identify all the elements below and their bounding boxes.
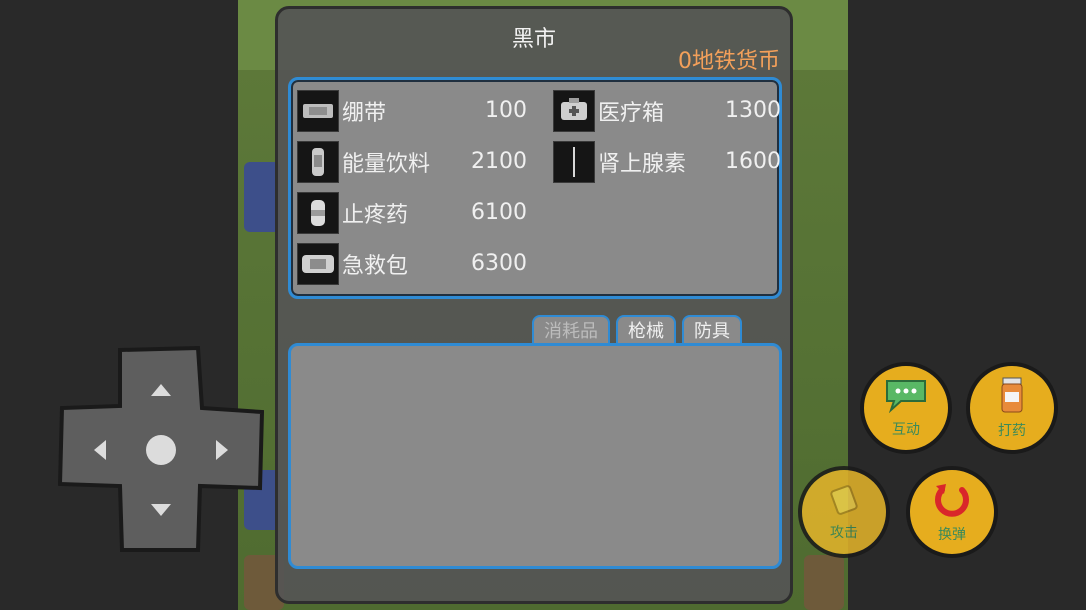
item-price: 6100 — [471, 200, 527, 225]
black-market-window: 黑市 0地铁货币 绷带 100 医疗箱 1300 能量饮料 2100 肾上腺素 … — [275, 6, 793, 604]
item-name: 止疼药 — [342, 203, 409, 228]
interact-button[interactable]: 互动 — [860, 362, 952, 454]
heal-button[interactable]: 打药 — [966, 362, 1058, 454]
dpad-center[interactable] — [146, 435, 176, 465]
attack-label: 攻击 — [830, 525, 858, 541]
item-name: 绷带 — [342, 101, 387, 126]
pill-bottle-icon — [999, 376, 1025, 418]
items-panel: 绷带 100 医疗箱 1300 能量饮料 2100 肾上腺素 1600 止疼药 … — [288, 77, 782, 299]
attack-button[interactable]: 攻击 — [798, 466, 890, 558]
shop-item-adrenaline[interactable]: 肾上腺素 — [553, 141, 686, 183]
first-aid-kit-icon — [297, 243, 339, 285]
category-tabs: 消耗品 枪械 防具 — [532, 315, 742, 343]
tab-armor[interactable]: 防具 — [682, 315, 742, 343]
item-name: 医疗箱 — [598, 101, 665, 126]
heal-label: 打药 — [998, 423, 1026, 439]
shop-item-bandage[interactable]: 绷带 — [297, 90, 386, 132]
scene-stump-right — [804, 555, 844, 610]
item-price: 1300 — [725, 98, 781, 123]
bandage-icon — [297, 90, 339, 132]
item-name: 急救包 — [342, 254, 409, 279]
medkit-icon — [553, 90, 595, 132]
item-price: 2100 — [471, 149, 527, 174]
tab-firearms[interactable]: 枪械 — [616, 315, 676, 343]
shop-item-first-aid-kit[interactable]: 急救包 — [297, 243, 408, 285]
item-detail-panel — [288, 343, 782, 569]
item-price: 6300 — [471, 251, 527, 276]
item-name: 肾上腺素 — [598, 152, 687, 177]
shop-item-painkiller[interactable]: 止疼药 — [297, 192, 408, 234]
interact-label: 互动 — [892, 422, 920, 438]
currency-balance: 0地铁货币 — [678, 49, 780, 74]
speech-bubble-icon — [883, 377, 929, 417]
dpad[interactable] — [57, 345, 265, 552]
item-name: 能量饮料 — [342, 152, 431, 177]
item-price: 1600 — [725, 149, 781, 174]
reload-arrow-icon — [932, 480, 972, 522]
adrenaline-icon — [553, 141, 595, 183]
reload-label: 换弹 — [938, 527, 966, 543]
painkiller-icon — [297, 192, 339, 234]
shop-item-medkit[interactable]: 医疗箱 — [553, 90, 664, 132]
energy-drink-icon — [297, 141, 339, 183]
reload-button[interactable]: 换弹 — [906, 466, 998, 558]
item-price: 100 — [485, 98, 527, 123]
bullet-icon — [826, 482, 862, 520]
tab-consumables[interactable]: 消耗品 — [532, 315, 610, 343]
shop-item-energy-drink[interactable]: 能量饮料 — [297, 141, 430, 183]
